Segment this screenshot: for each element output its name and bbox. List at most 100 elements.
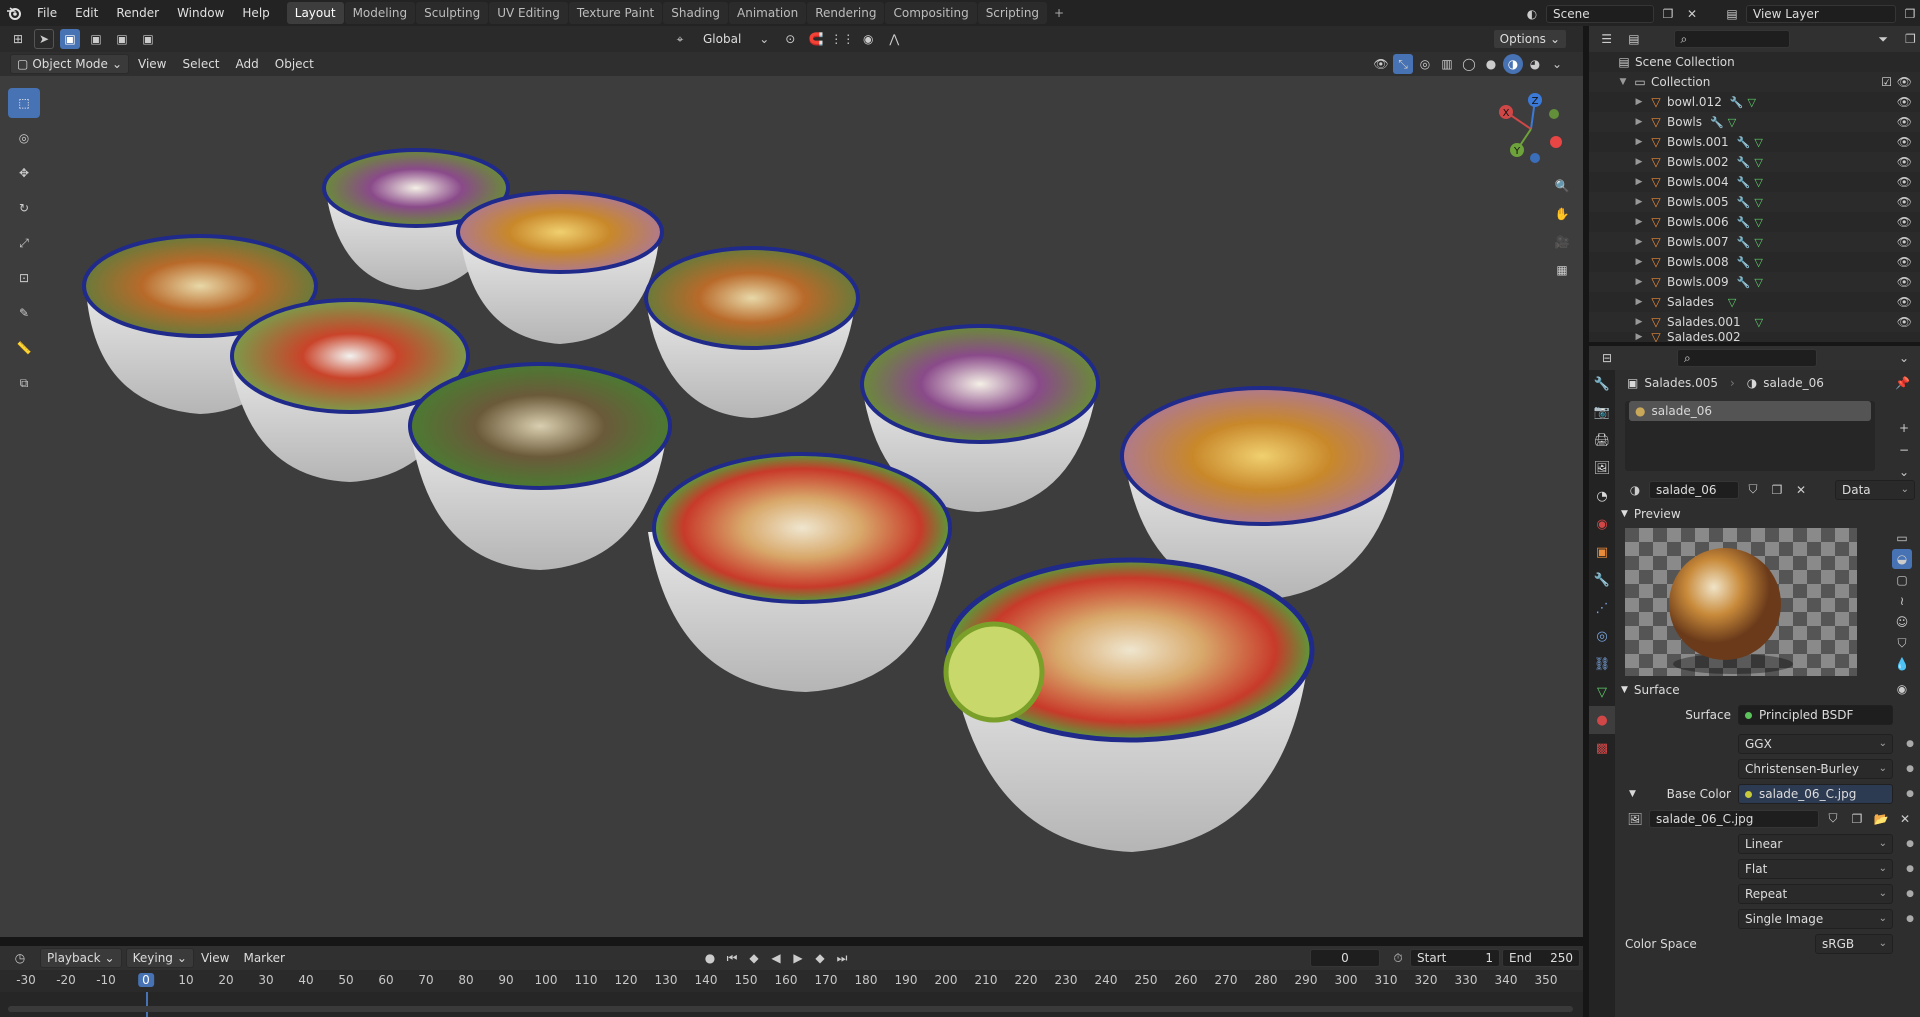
outliner-row[interactable]: ▶ ▽ Bowls.002 🔧 ▽ 👁 [1589, 152, 1920, 172]
unlink-image-icon[interactable]: ✕ [1895, 809, 1915, 829]
material-name-field[interactable]: salade_06 [1649, 480, 1739, 499]
area-divider[interactable] [1583, 26, 1589, 1017]
timeline-scrollbar[interactable] [8, 1006, 1573, 1012]
new-collection-icon[interactable]: ❐ [1901, 29, 1920, 49]
expand-arrow-icon[interactable]: ▶ [1633, 197, 1645, 207]
outliner-row[interactable]: ▶ ▽ Bowls 🔧 ▽ 👁 [1589, 112, 1920, 132]
salad-bowl-selected[interactable] [943, 557, 1315, 852]
open-image-folder-icon[interactable]: 📂 [1871, 809, 1891, 829]
eye-icon[interactable]: 👁 [1897, 315, 1912, 329]
viewport-menu-view[interactable]: View [131, 54, 173, 74]
outliner-row[interactable]: ▶ ▽ Bowls.001 🔧 ▽ 👁 [1589, 132, 1920, 152]
scene-field[interactable]: Scene [1546, 5, 1654, 23]
select-tool-icon[interactable]: ➤ [34, 29, 54, 49]
keying-menu[interactable]: Keying ⌄ [125, 948, 194, 968]
modifier-tab-icon[interactable]: 🔧 [1589, 566, 1615, 594]
blender-logo-icon[interactable] [0, 0, 28, 26]
rendered-shading-icon[interactable]: ◕ [1525, 54, 1545, 74]
start-frame-field[interactable]: Start 1 [1410, 949, 1500, 967]
area-divider[interactable] [0, 937, 1583, 946]
subsurface-method-dropdown[interactable]: Christensen-Burley ⌄ [1738, 758, 1893, 779]
timeline-body[interactable] [0, 992, 1583, 1017]
scene-icon[interactable]: ◐ [1522, 4, 1542, 24]
preview-flat-icon[interactable]: ▭ [1892, 528, 1912, 548]
menu-render[interactable]: Render [107, 0, 168, 26]
chevron-down-icon[interactable]: ⌄ [754, 29, 774, 49]
link-dropdown[interactable]: Data ⌄ [1835, 479, 1915, 500]
prev-keyframe-icon[interactable]: ◆ [744, 948, 764, 968]
keyframe-dot-icon[interactable]: ● [1906, 764, 1914, 774]
outliner-row[interactable]: ▶ ▽ Salades ▽ 👁 [1589, 292, 1920, 312]
overlay-icon[interactable]: ◎ [1415, 54, 1435, 74]
options-dropdown[interactable]: Options ⌄ [1492, 29, 1567, 49]
falloff-icon[interactable]: ⋀ [884, 29, 904, 49]
image-name-field[interactable]: salade_06_C.jpg [1649, 809, 1819, 828]
distribution-dropdown[interactable]: GGX ⌄ [1738, 733, 1893, 754]
preview-hair-icon[interactable]: ≀ [1892, 591, 1912, 611]
timeline-editor-icon[interactable]: ◷ [10, 948, 30, 968]
chevron-down-icon[interactable]: ⌄ [1894, 348, 1914, 368]
salad-bowl[interactable] [456, 190, 664, 344]
display-mode-icon[interactable]: ▤ [1624, 29, 1643, 49]
menu-file[interactable]: File [28, 0, 66, 26]
visibility-icon[interactable]: 👁 [1371, 54, 1391, 74]
source-dropdown[interactable]: Single Image ⌄ [1738, 908, 1893, 929]
material-preview-shading-icon[interactable]: ◑ [1503, 54, 1523, 74]
outliner-row[interactable]: ▶ ▽ Bowls.009 🔧 ▽ 👁 [1589, 272, 1920, 292]
expand-arrow-icon[interactable]: ▶ [1633, 97, 1645, 107]
eye-icon[interactable]: 👁 [1897, 135, 1912, 149]
keyframe-dot-icon[interactable]: ● [1906, 839, 1914, 849]
outliner-search-input[interactable]: ⌕ [1673, 30, 1790, 48]
base-color-field[interactable]: salade_06_C.jpg [1738, 783, 1893, 804]
fake-user-icon[interactable]: ⛉ [1743, 480, 1763, 500]
timeline-menu-view[interactable]: View [194, 948, 236, 968]
mode-dropdown[interactable]: ▢ Object Mode ⌄ [10, 54, 129, 74]
current-frame-marker[interactable]: 0 [138, 973, 154, 987]
outliner-row[interactable]: ▶ ▽ Salades.002 [1589, 332, 1920, 342]
playback-menu[interactable]: Playback ⌄ [40, 948, 122, 968]
jump-start-icon[interactable]: ⏮ [722, 948, 742, 968]
world-tab-icon[interactable]: ◉ [1589, 510, 1615, 538]
menu-edit[interactable]: Edit [66, 0, 107, 26]
keyframe-dot-icon[interactable]: ● [1906, 914, 1914, 924]
outliner-row[interactable]: ▶ ▽ Bowls.007 🔧 ▽ 👁 [1589, 232, 1920, 252]
preview-monkey-icon[interactable]: ☺ [1892, 612, 1912, 632]
add-slot-icon[interactable]: + [1894, 418, 1914, 438]
tab-modeling[interactable]: Modeling [344, 2, 416, 24]
eye-icon[interactable]: 👁 [1897, 175, 1912, 189]
editor-type-icon[interactable]: ⊞ [8, 29, 28, 49]
expand-arrow-icon[interactable]: ▶ [1633, 257, 1645, 267]
tab-layout[interactable]: Layout [286, 2, 344, 24]
outliner-row[interactable]: ▶ ▽ Bowls.006 🔧 ▽ 👁 [1589, 212, 1920, 232]
eye-icon[interactable]: 👁 [1897, 195, 1912, 209]
expand-arrow-icon[interactable]: ▼ [1617, 77, 1629, 87]
texture-tab-icon[interactable]: ▩ [1589, 734, 1615, 762]
preview-panel-header[interactable]: ▼ Preview [1615, 502, 1920, 526]
eye-icon[interactable]: 👁 [1897, 215, 1912, 229]
view-layer-field[interactable]: View Layer [1746, 5, 1896, 23]
select-mode-invert-icon[interactable]: ▣ [138, 29, 158, 49]
tab-texture-paint[interactable]: Texture Paint [568, 2, 663, 24]
pivot-point-icon[interactable]: ⊙ [780, 29, 800, 49]
proportional-edit-icon[interactable]: ◉ [858, 29, 878, 49]
material-tab-icon[interactable]: ● [1589, 706, 1615, 734]
projection-dropdown[interactable]: Flat ⌄ [1738, 858, 1893, 879]
view-layer-tab-icon[interactable]: 🖼 [1589, 454, 1615, 482]
auto-key-icon[interactable]: ● [700, 948, 720, 968]
expand-arrow-icon[interactable]: ▼ [1629, 789, 1636, 799]
preview-cube-icon[interactable]: ▢ [1892, 570, 1912, 590]
preview-world-icon[interactable]: ◉ [1892, 679, 1912, 699]
expand-arrow-icon[interactable]: ▶ [1633, 277, 1645, 287]
eye-icon[interactable]: 👁 [1897, 255, 1912, 269]
extension-dropdown[interactable]: Repeat ⌄ [1738, 883, 1893, 904]
new-image-icon[interactable]: ❐ [1847, 809, 1867, 829]
salad-bowl[interactable] [408, 362, 672, 570]
stopwatch-icon[interactable]: ⏱ [1388, 948, 1408, 968]
select-mode-new-icon[interactable]: ▣ [60, 29, 80, 49]
scene-tab-icon[interactable]: ◔ [1589, 482, 1615, 510]
tab-compositing[interactable]: Compositing [885, 2, 977, 24]
preview-sphere-icon[interactable]: ◒ [1892, 549, 1912, 569]
menu-window[interactable]: Window [168, 0, 233, 26]
shading-options-icon[interactable]: ⌄ [1547, 54, 1567, 74]
tab-uv-editing[interactable]: UV Editing [489, 2, 568, 24]
